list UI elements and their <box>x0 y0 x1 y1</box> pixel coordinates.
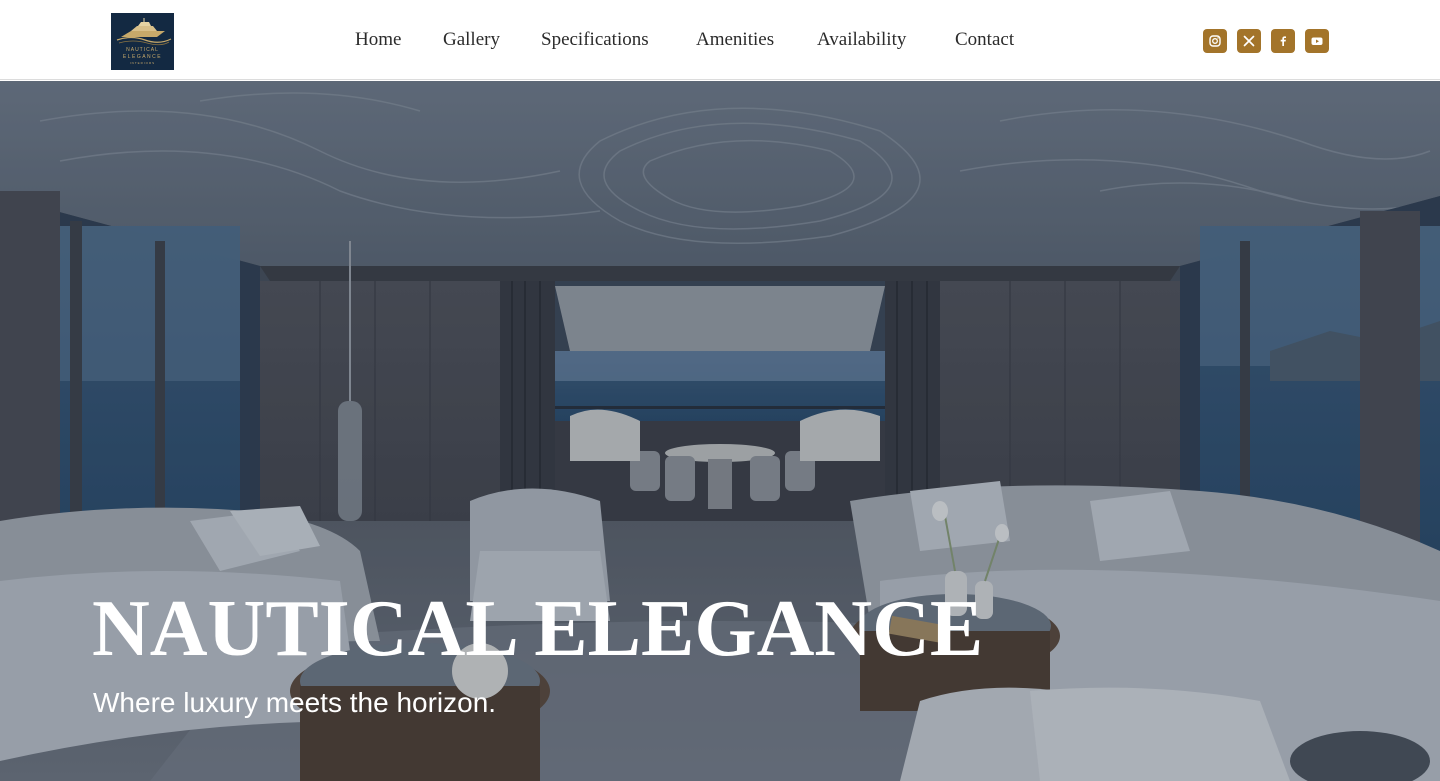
hero-title: NAUTICAL ELEGANCE <box>92 585 984 673</box>
yacht-logo-icon <box>116 18 172 46</box>
site-header: NAUTICAL ELEGANCE INTERIORS Home Gallery… <box>0 0 1440 80</box>
nav-amenities[interactable]: Amenities <box>696 29 774 51</box>
nav-gallery[interactable]: Gallery <box>443 29 500 51</box>
facebook-icon[interactable] <box>1271 29 1295 53</box>
nav-specifications[interactable]: Specifications <box>541 29 649 51</box>
nav-home[interactable]: Home <box>355 29 401 51</box>
x-icon[interactable] <box>1237 29 1261 53</box>
nav-contact[interactable]: Contact <box>955 29 1014 51</box>
logo-text-line3: INTERIORS <box>129 61 156 65</box>
youtube-icon[interactable] <box>1305 29 1329 53</box>
hero-section: NAUTICAL ELEGANCE Where luxury meets the… <box>0 81 1440 781</box>
logo-text-line1: NAUTICAL <box>126 47 159 53</box>
brand-logo[interactable]: NAUTICAL ELEGANCE INTERIORS <box>111 13 174 70</box>
instagram-icon[interactable] <box>1203 29 1227 53</box>
nav-availability[interactable]: Availability <box>817 29 906 51</box>
hero-subtitle: Where luxury meets the horizon. <box>93 687 497 718</box>
logo-text-line2: ELEGANCE <box>122 54 163 60</box>
hero-overlay <box>0 81 1440 781</box>
